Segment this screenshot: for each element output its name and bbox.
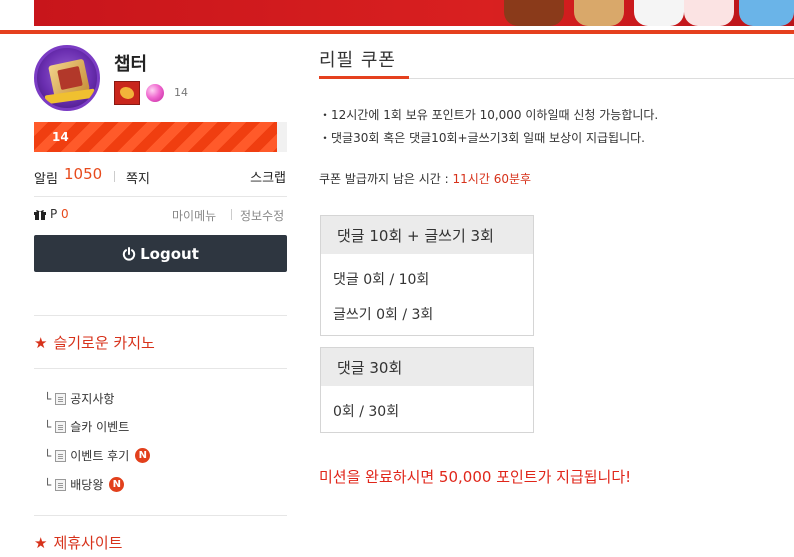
top-banner[interactable] — [34, 0, 794, 26]
tree-branch-icon: └ — [44, 477, 52, 492]
star-icon: ★ — [34, 534, 48, 552]
title-underline — [319, 76, 409, 79]
logout-button[interactable]: Logout — [34, 235, 287, 272]
banner-figure — [684, 0, 734, 26]
tree-branch-icon: └ — [44, 448, 52, 463]
tree-branch-icon: └ — [44, 419, 52, 434]
mission-box-header: 댓글 30회 — [321, 348, 533, 386]
info-line: ・댓글30회 혹은 댓글10회+글쓰기3회 일때 보상이 지급됩니다. — [319, 131, 645, 145]
banner-figure — [739, 0, 794, 26]
info-line: ・12시간에 1회 보유 포인트가 10,000 이하일때 신청 가능합니다. — [319, 108, 659, 122]
tree-branch-icon: └ — [44, 391, 52, 406]
note-link[interactable]: 쪽지 — [126, 168, 150, 187]
menu-item-label: 슬카 이벤트 — [70, 420, 130, 434]
menu-item-label: 배당왕 — [70, 478, 104, 492]
level-emblem-icon — [114, 81, 140, 105]
divider — [34, 315, 287, 316]
divider — [34, 515, 287, 516]
casino-section-label: 슬기로운 카지노 — [53, 334, 155, 352]
menu-item-event-review[interactable]: └ 이벤트 후기 N — [44, 447, 151, 464]
scrap-link[interactable]: 스크랩 — [250, 167, 286, 186]
page-title: 리필 쿠폰 — [319, 50, 396, 71]
top-rule — [0, 30, 794, 34]
gift-icon — [34, 210, 46, 220]
logout-label: Logout — [140, 244, 199, 263]
alarm-count[interactable]: 1050 — [64, 165, 102, 183]
divider — [34, 368, 287, 369]
remaining-time: 쿠폰 발급까지 남은 시간 : 11시간 60분후 — [319, 170, 531, 187]
remaining-time-value: 11시간 60분후 — [452, 172, 532, 186]
menu-item-notice[interactable]: └ 공지사항 — [44, 390, 114, 407]
menu-item-dividend-king[interactable]: └ 배당왕 N — [44, 476, 125, 493]
banner-figure — [574, 0, 624, 26]
mission-progress-comments: 0회 / 30회 — [333, 404, 400, 420]
point-value[interactable]: 0 — [61, 207, 69, 221]
separator — [231, 209, 232, 220]
username: 챕터 — [114, 54, 148, 75]
experience-level-label: 14 — [52, 130, 69, 144]
remaining-time-label: 쿠폰 발급까지 남은 시간 : — [319, 172, 449, 186]
mymenu-link[interactable]: 마이메뉴 — [172, 207, 216, 224]
mission-box-comments: 댓글 30회 0회 / 30회 — [320, 347, 534, 433]
alarm-link[interactable]: 알림 — [34, 168, 58, 187]
avatar[interactable] — [34, 45, 100, 111]
new-badge: N — [135, 448, 151, 463]
casino-section-title[interactable]: ★ 슬기로운 카지노 — [34, 332, 155, 353]
mission-box-combo: 댓글 10회 + 글쓰기 3회 댓글 0회 / 10회 글쓰기 0회 / 3회 — [320, 215, 534, 336]
mission-reward-message: 미션을 완료하시면 50,000 포인트가 지급됩니다! — [319, 468, 632, 486]
menu-item-event[interactable]: └ 슬카 이벤트 — [44, 418, 129, 435]
power-icon — [122, 246, 136, 261]
document-icon — [55, 449, 67, 462]
menu-item-label: 공지사항 — [70, 392, 115, 406]
banner-figure — [634, 0, 684, 26]
banner-figure — [504, 0, 564, 26]
mission-progress-posts: 글쓰기 0회 / 3회 — [333, 307, 434, 323]
partner-section-title[interactable]: ★ 제휴사이트 — [34, 532, 122, 553]
separator — [114, 171, 115, 182]
gem-icon — [146, 84, 164, 102]
avatar-plate-icon — [44, 88, 96, 105]
menu-item-label: 이벤트 후기 — [70, 449, 130, 463]
experience-bar — [34, 122, 277, 152]
new-badge: N — [109, 477, 125, 492]
divider — [34, 196, 287, 197]
document-icon — [55, 420, 67, 433]
profile-edit-link[interactable]: 정보수정 — [240, 207, 284, 224]
document-icon — [55, 478, 67, 491]
point-label: P — [50, 207, 58, 221]
document-icon — [55, 392, 67, 405]
partner-section-label: 제휴사이트 — [53, 534, 123, 552]
level-number: 14 — [174, 86, 188, 99]
mission-box-header: 댓글 10회 + 글쓰기 3회 — [321, 216, 533, 254]
experience-bar-remaining — [277, 122, 287, 152]
mission-progress-comments: 댓글 0회 / 10회 — [333, 272, 430, 288]
star-icon: ★ — [34, 334, 48, 352]
